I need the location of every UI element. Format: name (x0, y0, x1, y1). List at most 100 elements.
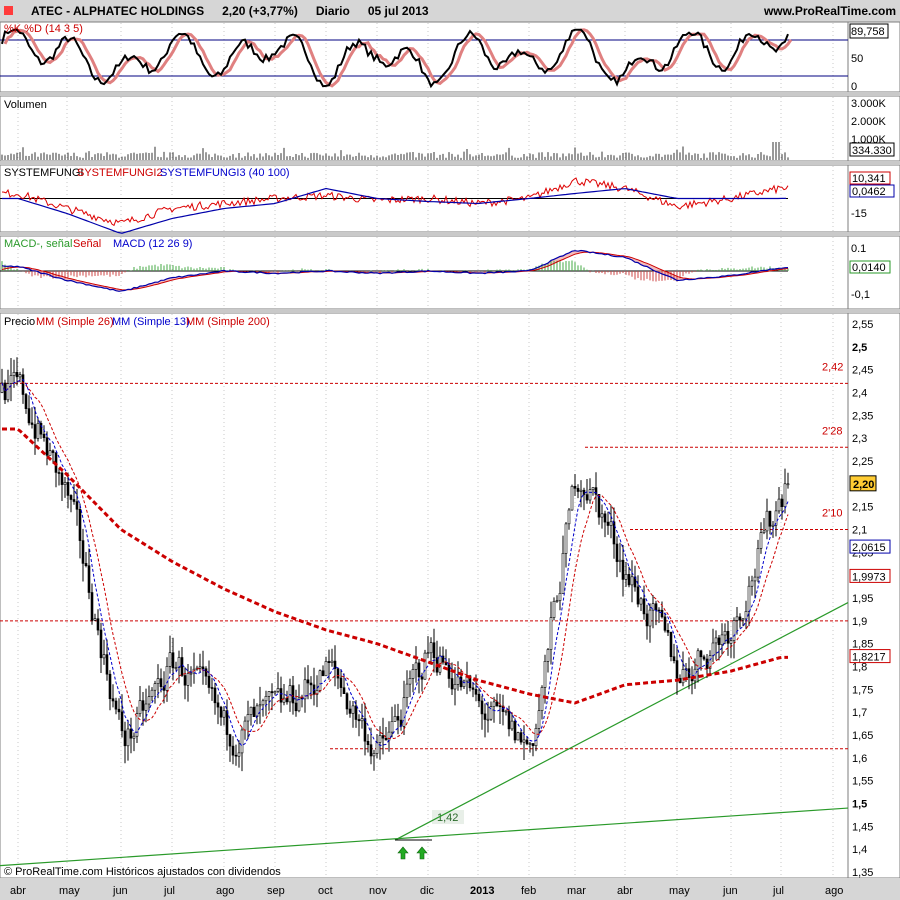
price-candle (345, 693, 349, 710)
y-tick-label: 1,75 (852, 684, 873, 696)
x-tick-label: sep (267, 885, 285, 897)
price-candle (777, 498, 781, 512)
y-tick-label: 1,95 (852, 593, 873, 605)
price-candle (279, 688, 283, 703)
price-candle (414, 662, 418, 670)
panel-title: %K %D (14 3 5) (4, 23, 83, 35)
price-candle (771, 524, 775, 527)
price-candle (51, 450, 55, 453)
x-tick-label: dic (420, 885, 435, 897)
price-candle (774, 510, 778, 526)
price-candle (726, 630, 730, 644)
price-candle (276, 688, 280, 692)
price-candle (567, 509, 571, 525)
price-candle (369, 744, 373, 757)
y-tick-label: 1,6 (852, 753, 867, 765)
price-candle (39, 422, 43, 435)
price-candle (9, 375, 13, 384)
annotation-label: 2'10 (822, 508, 842, 520)
price-candle (495, 701, 499, 707)
price-candle (513, 720, 517, 741)
price-candle (582, 489, 586, 495)
price-candle (741, 618, 745, 621)
x-tick-label: ago (825, 885, 843, 897)
price-candle (147, 696, 151, 705)
price-candle (429, 642, 433, 654)
price-candle (336, 668, 340, 679)
price-candle (423, 652, 427, 680)
price-candle (765, 510, 769, 532)
y-tick-label: 2,3 (852, 433, 867, 445)
price-candle (351, 705, 355, 714)
price-candle (672, 656, 676, 662)
price-candle (114, 700, 118, 710)
price-candle (216, 702, 220, 708)
price-candle (780, 498, 784, 508)
price-candle (168, 652, 172, 667)
y-tick-label: 2,15 (852, 502, 873, 514)
x-tick-label: feb (521, 885, 536, 897)
footer-credit: © ProRealTime.com Históricos ajustados c… (4, 866, 281, 878)
price-candle (504, 710, 508, 713)
price-candle (753, 576, 757, 582)
price-candle (555, 600, 559, 602)
price-candle (207, 675, 211, 688)
price-candle (171, 652, 175, 669)
price-candle (132, 735, 136, 739)
price-candle (189, 672, 193, 675)
price-candle (6, 383, 10, 401)
price-candle (474, 689, 478, 695)
y-tick-label: 2,35 (852, 410, 873, 422)
x-tick-label: oct (318, 885, 333, 897)
y-tick-label: 1,55 (852, 776, 873, 788)
price-candle (417, 662, 421, 678)
price-candle (129, 728, 133, 739)
price-candle (372, 753, 376, 757)
x-axis-bar (0, 878, 900, 900)
legend-systemfungi2: SYSTEMFUNGI2 (77, 167, 163, 179)
value-tag-label: 1,9973 (852, 571, 886, 583)
price-candle (477, 693, 481, 702)
price-candle (525, 739, 529, 745)
price-candle (360, 718, 364, 722)
price-candle (603, 513, 607, 523)
y-tick-label: 0 (851, 81, 857, 93)
price-candle (420, 676, 424, 680)
price-candle (384, 737, 388, 741)
price-candle (408, 677, 412, 685)
price-candle (561, 552, 565, 594)
price-candle (81, 540, 85, 564)
y-tick-label: 1,5 (852, 799, 867, 811)
price-candle (57, 472, 61, 474)
panel-separator (0, 309, 900, 313)
chart-canvas[interactable]: %K %D (14 3 5) 89,758 50 0 Volumen 3.000K 2.00… (0, 0, 900, 900)
price-candle (258, 704, 262, 707)
price-candle (669, 631, 673, 657)
price-candle (471, 687, 475, 690)
price-candle (717, 637, 721, 646)
y-tick-label: 3.000K (851, 98, 887, 110)
price-candle (135, 713, 139, 737)
price-candle (141, 700, 145, 711)
price-candle (783, 483, 787, 507)
price-candle (48, 450, 52, 456)
x-tick-label: may (59, 885, 80, 897)
price-candle (621, 559, 625, 580)
price-candle (144, 703, 148, 711)
price-candle (252, 706, 256, 718)
price-candle (264, 695, 268, 702)
price-candle (375, 742, 379, 754)
legend-macd: MACD (12 26 9) (113, 238, 192, 250)
panel-separator (0, 92, 900, 96)
panel-volume (0, 95, 900, 162)
price-candle (483, 713, 487, 720)
price-candle (486, 718, 490, 721)
price-candle (363, 718, 367, 742)
price-candle (60, 472, 64, 485)
last-value-label: 0,0140 (852, 262, 886, 274)
price-candle (450, 678, 454, 690)
price-candle (201, 666, 205, 669)
price-candle (225, 710, 229, 735)
price-candle (606, 521, 610, 526)
price-candle (138, 700, 142, 714)
